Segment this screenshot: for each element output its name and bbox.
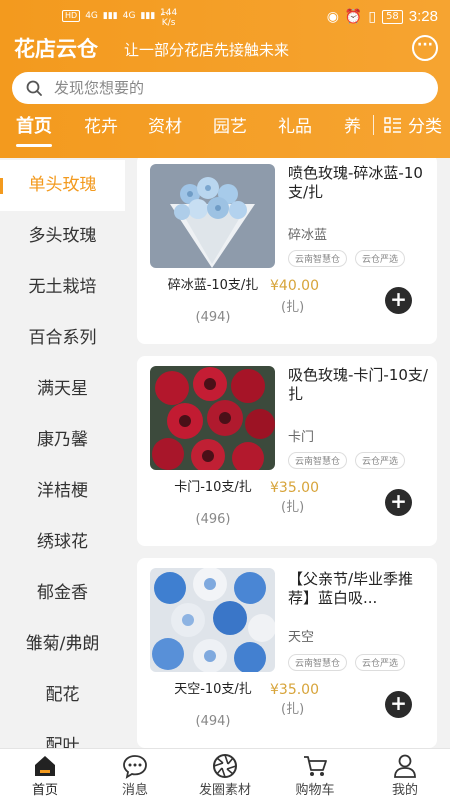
tag-warehouse: 云南智慧仓 (288, 654, 348, 671)
product-price: ¥35.00 (270, 682, 319, 698)
category-button[interactable]: 分类 (373, 112, 442, 137)
nav-share-materials[interactable]: 发圈素材 (180, 749, 270, 800)
price-unit: (扎) (281, 702, 305, 717)
app-title: 花店云仓 (14, 37, 98, 61)
status-right: ◉ ⏰ ▯ 58 3:28 (327, 8, 438, 25)
search-bar[interactable] (12, 72, 438, 104)
sidebar-item-multi-rose[interactable]: 多头玫瑰 (0, 211, 125, 262)
sidebar-item-hydrangea[interactable]: 绣球花 (0, 517, 125, 568)
tab-home[interactable]: 首页 (16, 112, 52, 138)
add-to-cart-button[interactable]: + (385, 691, 412, 718)
tab-materials[interactable]: 资材 (148, 112, 182, 137)
price-unit: (扎) (281, 500, 305, 515)
user-icon (394, 754, 416, 778)
blue-white-rose-image (150, 568, 275, 672)
tag-selected: 云仓严选 (355, 452, 406, 469)
tag-warehouse: 云南智慧仓 (288, 250, 348, 267)
product-image[interactable] (150, 568, 275, 672)
more-menu-button[interactable]: ··· (412, 35, 438, 61)
sales-count: (494) (195, 714, 231, 729)
tab-gifts[interactable]: 礼品 (278, 112, 312, 137)
category-sidebar: 单头玫瑰 多头玫瑰 无土栽培 百合系列 满天星 康乃馨 洋桔梗 绣球花 郁金香 … (0, 158, 125, 748)
add-to-cart-button[interactable]: + (385, 287, 412, 314)
product-name[interactable]: 吸色玫瑰-卡门-10支/扎 (288, 366, 428, 404)
sidebar-item-daisy[interactable]: 雏菊/弗朗 (0, 619, 125, 670)
tab-flowers[interactable]: 花卉 (84, 112, 118, 137)
top-tabs: 首页 花卉 资材 园艺 礼品 养 分类 (0, 108, 450, 148)
product-variant: 天空 (288, 630, 315, 645)
product-card[interactable]: 喷色玫瑰-碎冰蓝-10支/扎 碎冰蓝 云南智慧仓 云仓严选 碎冰蓝-10支/扎 … (137, 158, 437, 344)
product-card[interactable]: 吸色玫瑰-卡门-10支/扎 卡门 云南智慧仓 云仓严选 卡门-10支/扎 (49… (137, 356, 437, 546)
red-rose-image (150, 366, 275, 470)
tab-care[interactable]: 养 (344, 112, 361, 137)
add-to-cart-button[interactable]: + (385, 489, 412, 516)
clock: 3:28 (408, 8, 438, 25)
home-icon (35, 756, 55, 776)
sidebar-item-soilless[interactable]: 无土栽培 (0, 262, 125, 313)
sidebar-item-tulip[interactable]: 郁金香 (0, 568, 125, 619)
product-list: 喷色玫瑰-碎冰蓝-10支/扎 碎冰蓝 云南智慧仓 云仓严选 碎冰蓝-10支/扎 … (125, 158, 450, 748)
network-indicators: HD 4G ▮▮▮ 4G ▮▮▮ ◠ (62, 10, 168, 22)
hd-badge: HD (62, 10, 81, 22)
active-tab-indicator (16, 144, 52, 147)
product-spec: 天空-10支/扎 (174, 682, 252, 697)
signal-bars-icon: ▮▮▮ (102, 11, 118, 21)
camera-shutter-icon (213, 754, 237, 778)
eye-icon: ◉ (326, 8, 339, 25)
app-slogan: 让一部分花店先接触未来 (124, 41, 290, 59)
battery-icon: 58 (382, 9, 403, 24)
product-spec: 碎冰蓝-10支/扎 (167, 278, 259, 293)
nav-cart[interactable]: 购物车 (270, 749, 360, 800)
signal-bars-icon: ▮▮▮ (140, 11, 156, 21)
app-header: HD 4G ▮▮▮ 4G ▮▮▮ ◠ 144 K/s ◉ ⏰ ▯ 58 3:28… (0, 0, 450, 158)
bottom-nav: 首页 消息 发圈素材 购物车 我的 (0, 748, 450, 800)
product-variant: 卡门 (288, 430, 315, 445)
sales-count: (496) (195, 512, 231, 527)
signal-1: 4G (85, 11, 98, 21)
alarm-icon: ⏰ (344, 8, 363, 25)
search-icon (26, 80, 42, 96)
message-icon (123, 755, 147, 779)
product-tags: 云南智慧仓 云仓严选 (288, 452, 406, 469)
product-image[interactable] (150, 164, 275, 268)
nav-profile[interactable]: 我的 (360, 749, 450, 800)
sidebar-item-filler-flowers[interactable]: 配花 (0, 670, 125, 721)
product-name[interactable]: 喷色玫瑰-碎冰蓝-10支/扎 (288, 164, 428, 202)
nav-messages[interactable]: 消息 (90, 749, 180, 800)
search-input[interactable] (54, 77, 424, 99)
sales-count: (494) (195, 310, 231, 325)
sidebar-item-carnation[interactable]: 康乃馨 (0, 415, 125, 466)
product-card[interactable]: 【父亲节/毕业季推荐】蓝白吸... 天空 云南智慧仓 云仓严选 天空-10支/扎… (137, 558, 437, 748)
category-list-icon (384, 116, 401, 133)
vibrate-icon: ▯ (368, 8, 377, 25)
cart-icon (304, 756, 327, 776)
net-speed: 144 K/s (160, 8, 178, 28)
nav-home[interactable]: 首页 (0, 749, 90, 800)
product-name[interactable]: 【父亲节/毕业季推荐】蓝白吸... (288, 570, 428, 608)
tag-warehouse: 云南智慧仓 (288, 452, 348, 469)
product-price: ¥35.00 (270, 480, 319, 496)
sidebar-item-single-rose[interactable]: 单头玫瑰 (0, 160, 125, 211)
status-bar: HD 4G ▮▮▮ 4G ▮▮▮ ◠ 144 K/s ◉ ⏰ ▯ 58 3:28 (0, 8, 450, 30)
category-label: 分类 (408, 117, 442, 137)
product-price: ¥40.00 (270, 278, 319, 294)
product-image[interactable] (150, 366, 275, 470)
tab-gardening[interactable]: 园艺 (213, 112, 247, 137)
sidebar-item-lily[interactable]: 百合系列 (0, 313, 125, 364)
sidebar-item-eustoma[interactable]: 洋桔梗 (0, 466, 125, 517)
product-variant: 碎冰蓝 (288, 228, 328, 243)
blue-rose-bouquet-image (150, 164, 275, 268)
product-spec: 卡门-10支/扎 (174, 480, 252, 495)
sidebar-item-filler-leaves[interactable]: 配叶 (0, 721, 125, 748)
product-tags: 云南智慧仓 云仓严选 (288, 250, 406, 267)
product-tags: 云南智慧仓 云仓严选 (288, 654, 406, 671)
tag-selected: 云仓严选 (355, 250, 406, 267)
price-unit: (扎) (281, 300, 305, 315)
signal-2: 4G (122, 11, 136, 21)
sidebar-item-babys-breath[interactable]: 满天星 (0, 364, 125, 415)
tag-selected: 云仓严选 (355, 654, 406, 671)
